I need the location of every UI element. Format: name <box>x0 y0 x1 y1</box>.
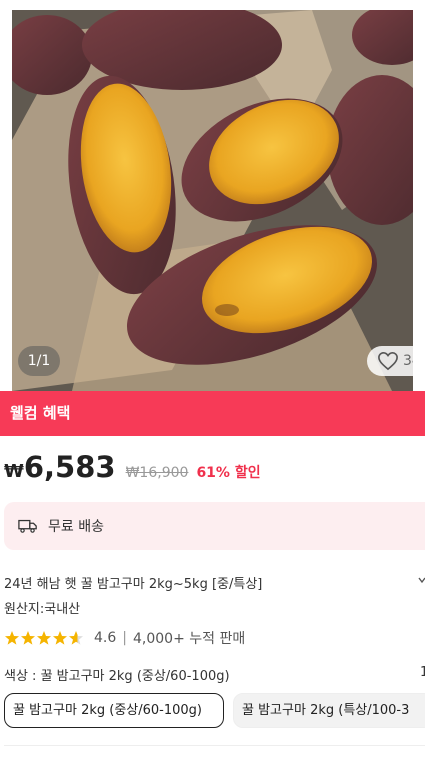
heart-icon <box>378 351 398 371</box>
star-rating <box>4 630 88 646</box>
truck-icon <box>18 519 37 533</box>
product-title[interactable]: 24년 해남 햇 꿀 밤고구마 2kg~5kg [중/특상] <box>4 573 404 592</box>
like-button[interactable]: 345 <box>367 346 413 376</box>
product-image[interactable]: 1/1 345 <box>12 10 413 391</box>
like-count: 345 <box>403 353 413 369</box>
welcome-banner[interactable]: 웰컴 혜택 <box>0 391 425 436</box>
current-price: 6,583 <box>23 450 116 484</box>
rating-row[interactable]: 4.6 | 4,000+ 누적 판매 <box>4 628 245 648</box>
star-icons <box>5 631 83 645</box>
discount-badge: 61% 할인 <box>196 465 261 481</box>
product-origin: 원산지:국내산 <box>4 602 81 617</box>
option-chip-selected[interactable]: 꿀 밤고구마 2kg (중상/60-100g) <box>4 693 224 728</box>
option-count: 1 <box>420 665 425 680</box>
option-chip[interactable]: 꿀 밤고구마 2kg (특상/100-3 <box>233 693 425 728</box>
sales-count: 4,000+ 누적 판매 <box>132 631 246 647</box>
shipping-label: 무료 배송 <box>48 519 104 535</box>
section-divider <box>4 745 425 746</box>
chevron-down-icon[interactable] <box>418 574 425 588</box>
original-price: ₩16,900 <box>125 465 189 481</box>
price-row: ₩ 6,583 ₩16,900 61% 할인 <box>4 450 261 488</box>
option-label: 색상 : 꿀 밤고구마 2kg (중상/60-100g) <box>4 669 230 684</box>
rating-value: 4.6 <box>94 630 117 646</box>
free-shipping-bar[interactable]: 무료 배송 <box>4 502 425 550</box>
divider-bar: | <box>122 630 127 646</box>
sweet-potato-photo <box>12 10 413 391</box>
image-counter: 1/1 <box>18 346 60 376</box>
currency-symbol: ₩ <box>4 461 24 482</box>
